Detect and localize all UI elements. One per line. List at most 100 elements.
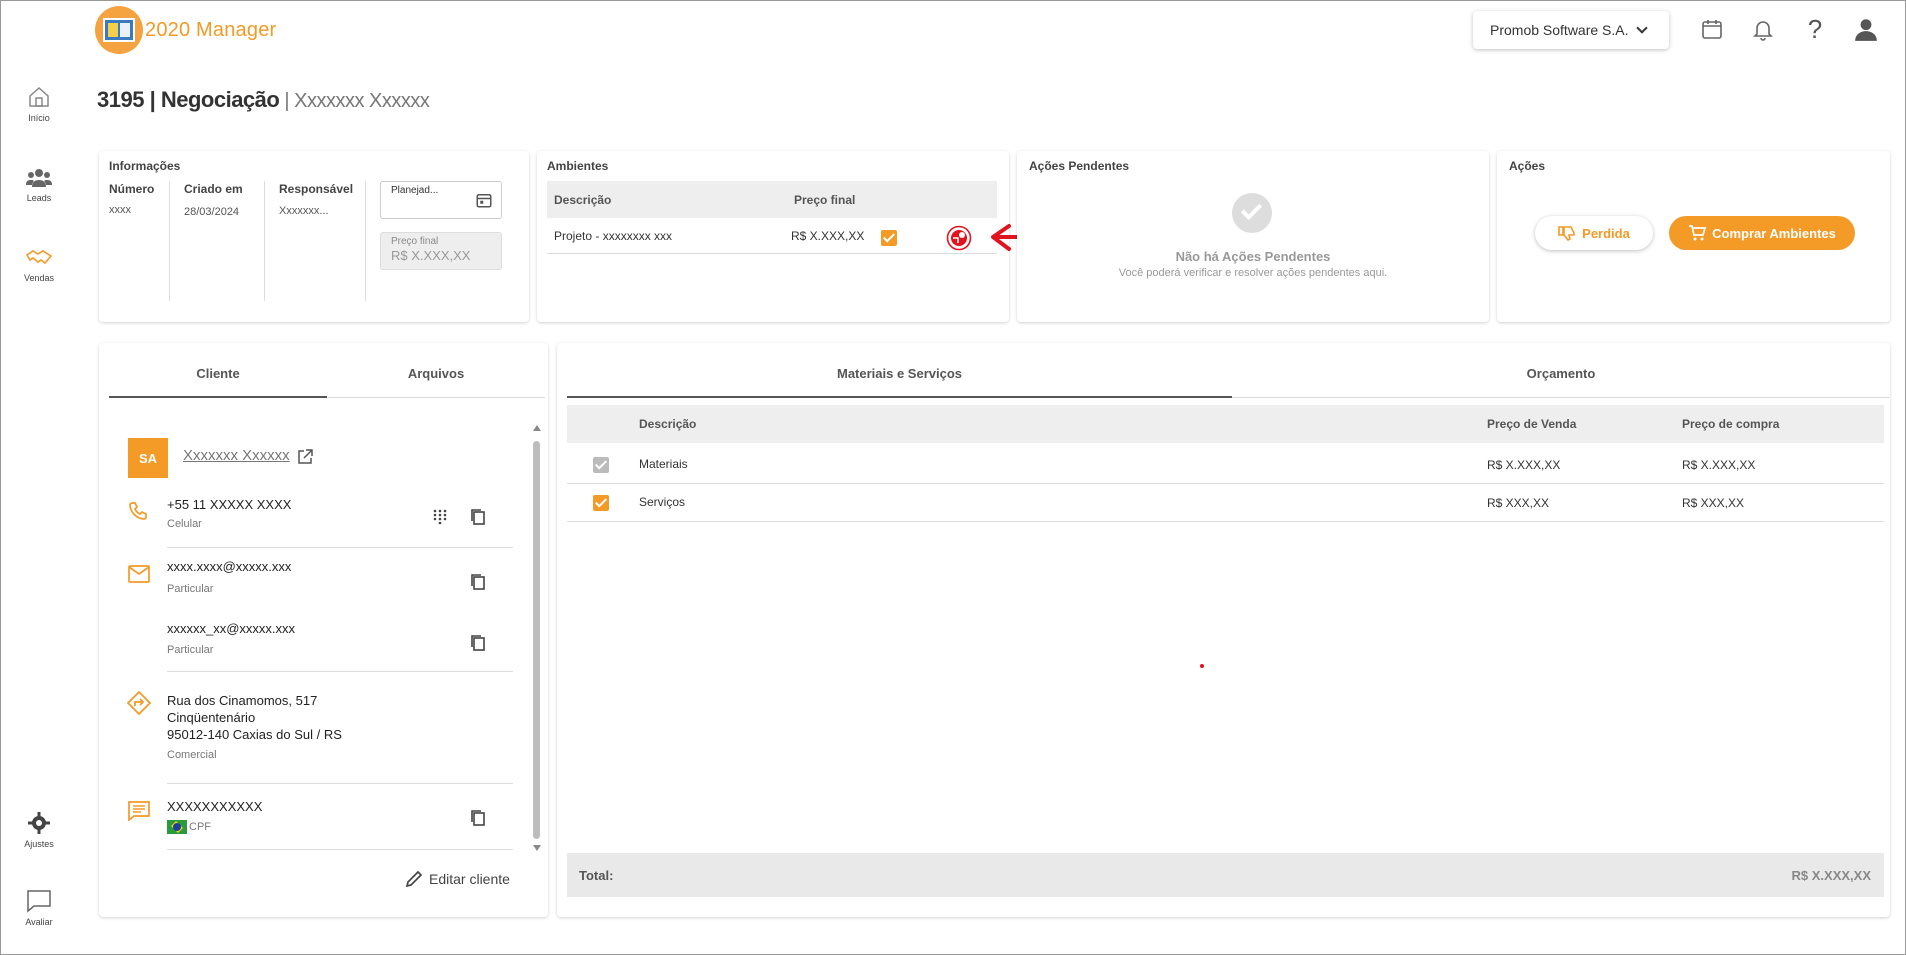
client-document-type: CPF xyxy=(189,821,211,833)
tab-arquivos[interactable]: Arquivos xyxy=(327,366,545,381)
scroll-down-arrow[interactable] xyxy=(533,845,541,851)
client-email-1: xxxx.xxxx@xxxxx.xxx xyxy=(167,559,292,574)
company-name: Promob Software S.A. xyxy=(1490,22,1629,38)
ambientes-title: Ambientes xyxy=(547,159,609,173)
nav-inicio[interactable]: Início xyxy=(15,85,63,123)
cursor-dot xyxy=(1200,664,1204,668)
responsavel-value: Xxxxxxx... xyxy=(279,205,329,217)
edit-client-button[interactable]: Editar cliente xyxy=(405,870,510,888)
nav-avaliar[interactable]: Avaliar xyxy=(15,889,63,927)
client-avatar: SA xyxy=(128,438,168,478)
nav-leads[interactable]: Leads xyxy=(15,167,63,203)
client-address-line-3: 95012-140 Caxias do Sul / RS xyxy=(167,727,342,742)
planejado-date-field[interactable]: Planejad... xyxy=(380,181,502,219)
calendar-icon[interactable] xyxy=(475,191,493,209)
thumbs-down-icon xyxy=(1558,226,1575,241)
gear-icon xyxy=(28,812,50,834)
client-name-link[interactable]: Xxxxxxx Xxxxxx xyxy=(183,447,290,464)
nav-ajustes[interactable]: Ajustes xyxy=(15,811,63,849)
pendentes-card: Ações Pendentes Não há Ações Pendentes V… xyxy=(1017,151,1489,322)
client-address-line-2: Cinqüentenário xyxy=(167,710,256,725)
cart-icon xyxy=(1689,225,1707,241)
total-label: Total: xyxy=(579,868,614,883)
info-title: Informações xyxy=(109,159,181,173)
acoes-title: Ações xyxy=(1509,159,1546,173)
copy-icon[interactable] xyxy=(470,508,486,526)
scrollbar-thumb[interactable] xyxy=(533,441,540,839)
pendentes-empty-subtitle: Você poderá verificar e resolver ações p… xyxy=(1118,267,1388,279)
handshake-icon xyxy=(25,250,53,265)
people-icon xyxy=(26,169,52,187)
scroll-up-arrow[interactable] xyxy=(533,425,541,431)
bell-icon[interactable] xyxy=(1749,15,1777,43)
tab-materiais-servicos[interactable]: Materiais e Serviços xyxy=(567,366,1232,381)
info-card: Informações Número xxxx Criado em 28/03/… xyxy=(99,151,529,322)
ambiente-row-preco: R$ X.XXX,XX xyxy=(791,229,865,243)
criado-label: Criado em xyxy=(184,182,243,196)
logo-icon xyxy=(95,6,143,54)
client-email-2: xxxxxx_xx@xxxxx.xxx xyxy=(167,621,296,636)
perdida-button[interactable]: Perdida xyxy=(1535,216,1653,250)
nav-label: Início xyxy=(28,113,50,123)
page-title: 3195 | Negociação | Xxxxxxx Xxxxxx xyxy=(97,87,430,112)
company-select[interactable]: Promob Software S.A. xyxy=(1473,11,1669,49)
client-phone: +55 11 XXXXX XXXX xyxy=(167,497,292,512)
nav-vendas[interactable]: Vendas xyxy=(15,247,63,283)
materials-table-header: Descrição Preço de Venda Preço de compra xyxy=(567,405,1884,443)
materials-row-venda: R$ X.XXX,XX xyxy=(1487,458,1561,472)
ambiente-row-desc[interactable]: Projeto - xxxxxxxx xxx xyxy=(554,229,672,243)
calendar-icon[interactable] xyxy=(1698,15,1726,43)
chevron-down-icon xyxy=(1635,22,1648,34)
acoes-card: Ações Perdida Comprar Ambientes xyxy=(1497,151,1890,322)
ambientes-card: Ambientes Descrição Preço final Projeto … xyxy=(537,151,1009,322)
comprar-ambientes-button[interactable]: Comprar Ambientes xyxy=(1669,216,1855,250)
materials-row-desc: Materiais xyxy=(639,457,688,471)
pendentes-empty-title: Não há Ações Pendentes xyxy=(1175,249,1331,264)
copy-icon[interactable] xyxy=(470,573,486,591)
client-address-type: Comercial xyxy=(167,749,217,761)
nav-label: Ajustes xyxy=(24,839,54,849)
home-icon xyxy=(29,86,49,107)
mail-icon xyxy=(128,565,150,583)
tab-orcamento[interactable]: Orçamento xyxy=(1232,366,1890,381)
services-row-desc: Serviços xyxy=(639,495,686,509)
client-address-line-1: Rua dos Cinamomos, 517 xyxy=(167,693,318,708)
external-link-icon[interactable] xyxy=(297,449,313,465)
materiais-checkbox[interactable] xyxy=(593,457,609,473)
pencil-icon xyxy=(405,870,423,888)
ambientes-table-header: Descrição Preço final xyxy=(547,181,997,218)
promob-render-icon[interactable] xyxy=(946,225,972,251)
materiais-card: Materiais e Serviços Orçamento Descrição… xyxy=(557,343,1890,917)
dialpad-icon[interactable] xyxy=(433,509,447,525)
client-phone-type: Celular xyxy=(167,518,202,530)
materials-row-compra: R$ X.XXX,XX xyxy=(1682,458,1756,472)
client-email-1-type: Particular xyxy=(167,583,214,595)
user-avatar-icon[interactable] xyxy=(1852,15,1880,43)
nav-label: Vendas xyxy=(23,273,55,283)
check-circle-icon xyxy=(1232,193,1272,233)
pendentes-title: Ações Pendentes xyxy=(1029,159,1130,173)
client-email-2-type: Particular xyxy=(167,644,214,656)
app-name: 2020 Manager xyxy=(145,18,277,41)
total-value: R$ X.XXX,XX xyxy=(1791,868,1871,883)
total-bar: Total: R$ X.XXX,XX xyxy=(567,853,1884,897)
copy-icon[interactable] xyxy=(470,634,486,652)
app-logo[interactable]: 2020 Manager xyxy=(95,6,276,54)
tab-cliente[interactable]: Cliente xyxy=(109,366,327,381)
numero-value: xxxx xyxy=(109,204,131,216)
phone-icon xyxy=(129,502,147,520)
numero-label: Número xyxy=(109,182,155,196)
client-document: XXXXXXXXXXX xyxy=(167,799,263,814)
copy-icon[interactable] xyxy=(470,809,486,827)
servicos-checkbox[interactable] xyxy=(593,495,609,511)
brazil-flag-icon xyxy=(167,820,187,834)
ambiente-row-checkbox[interactable] xyxy=(881,230,897,246)
nav-label: Avaliar xyxy=(25,917,53,927)
help-icon[interactable]: ? xyxy=(1801,14,1829,44)
preco-final-field: Preço final R$ X.XXX,XX xyxy=(380,232,502,270)
responsavel-label: Responsável xyxy=(279,182,354,196)
directions-icon xyxy=(127,691,151,715)
nav-label: Leads xyxy=(26,193,52,203)
feedback-icon xyxy=(27,890,51,913)
document-icon xyxy=(128,801,150,821)
